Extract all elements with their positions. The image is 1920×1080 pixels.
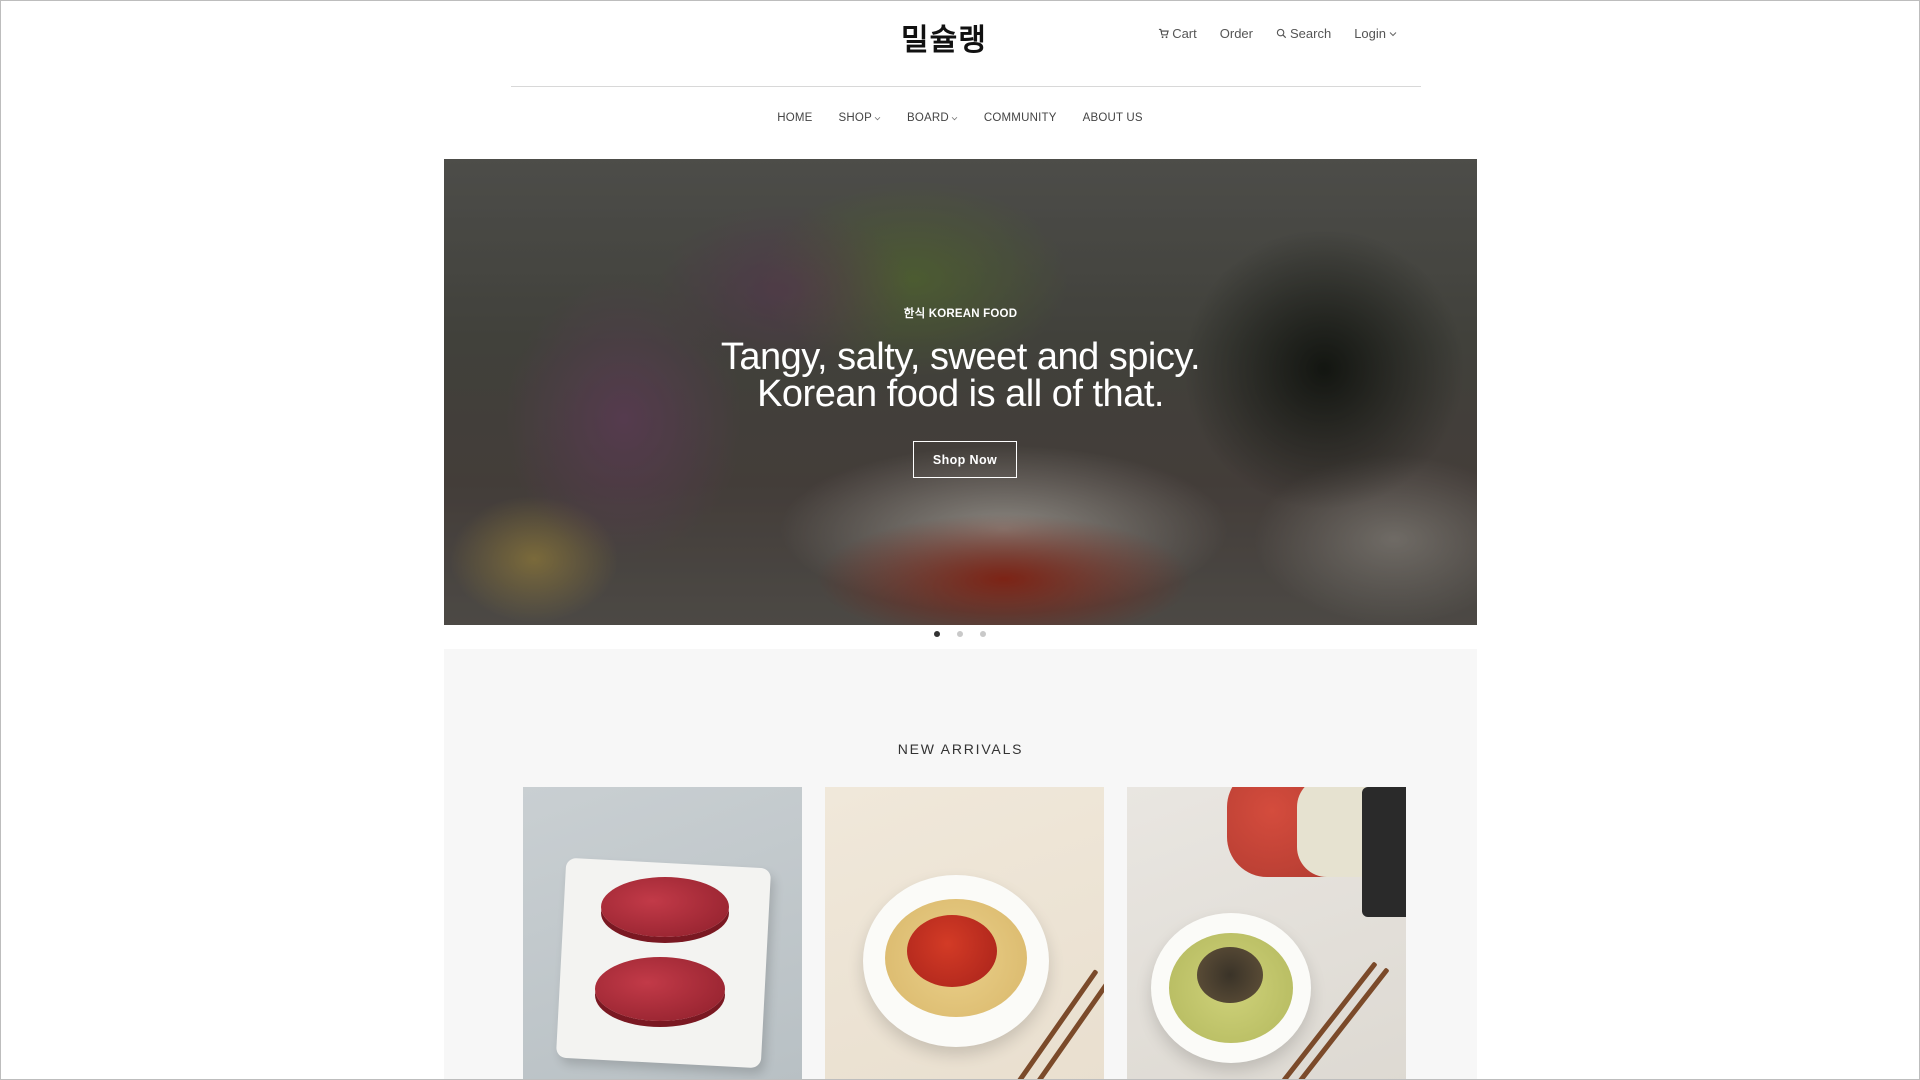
- main-nav: HOME SHOP BOARD COMMUNITY ABOUT US: [1, 112, 1919, 124]
- order-link[interactable]: Order: [1220, 26, 1253, 41]
- slide-dot-1[interactable]: [934, 631, 940, 637]
- utility-menu: Cart Order Search Login: [1158, 26, 1397, 41]
- cart-icon: [1158, 28, 1169, 39]
- site-logo[interactable]: 밀슐랭: [901, 15, 1021, 59]
- slide-dot-2[interactable]: [957, 631, 963, 637]
- nav-label: SHOP: [838, 112, 872, 124]
- nav-label: HOME: [777, 112, 813, 124]
- slide-dot-3[interactable]: [980, 631, 986, 637]
- hero-content: 한식 KOREAN FOOD Tangy, salty, sweet and s…: [444, 159, 1477, 625]
- nav-item-shop[interactable]: SHOP: [839, 112, 881, 124]
- nav-item-community[interactable]: COMMUNITY: [984, 112, 1057, 124]
- slider-pagination: [1, 631, 1919, 637]
- search-link[interactable]: Search: [1276, 26, 1331, 41]
- hero-title-line-1: Tangy, salty, sweet and spicy.: [720, 336, 1201, 378]
- header-divider: [511, 86, 1421, 87]
- login-link[interactable]: Login: [1354, 26, 1397, 41]
- product-card-steak[interactable]: [523, 787, 802, 1079]
- topping-image: [1197, 947, 1263, 1003]
- order-label: Order: [1219, 26, 1253, 41]
- search-label: Search: [1289, 26, 1332, 41]
- login-label: Login: [1354, 26, 1386, 41]
- chevron-down-icon: [951, 112, 958, 124]
- nav-item-board[interactable]: BOARD: [907, 112, 958, 124]
- chevron-down-icon: [1389, 31, 1397, 37]
- cart-label: Cart: [1172, 26, 1197, 41]
- nav-label: COMMUNITY: [983, 112, 1057, 124]
- new-arrivals-section: NEW ARRIVALS: [444, 649, 1477, 1079]
- hero-banner: 한식 KOREAN FOOD Tangy, salty, sweet and s…: [444, 159, 1477, 625]
- shop-now-button[interactable]: Shop Now: [913, 441, 1017, 478]
- hero-title: Tangy, salty, sweet and spicy. Korean fo…: [444, 336, 1477, 415]
- nav-label: ABOUT US: [1082, 112, 1143, 124]
- steak-image: [595, 957, 725, 1021]
- hero-title-line-2: Korean food is all of that.: [757, 373, 1164, 415]
- section-title: NEW ARRIVALS: [897, 741, 1024, 757]
- sauce-image: [907, 915, 997, 987]
- page: 밀슐랭 Cart Order Search Login HOME SHOP BO…: [0, 0, 1920, 1080]
- chevron-down-icon: [874, 112, 881, 124]
- product-grid: [523, 787, 1406, 1079]
- nav-label: BOARD: [906, 112, 949, 124]
- nav-item-about-us[interactable]: ABOUT US: [1083, 112, 1143, 124]
- cart-link[interactable]: Cart: [1158, 26, 1197, 41]
- tray-image: [1362, 787, 1406, 917]
- hero-eyebrow: 한식 KOREAN FOOD: [903, 308, 1018, 320]
- steak-image: [601, 877, 729, 937]
- search-icon: [1276, 28, 1287, 39]
- product-card-noodles[interactable]: [825, 787, 1104, 1079]
- nav-item-home[interactable]: HOME: [777, 112, 812, 124]
- product-card-meal-kit[interactable]: [1127, 787, 1406, 1079]
